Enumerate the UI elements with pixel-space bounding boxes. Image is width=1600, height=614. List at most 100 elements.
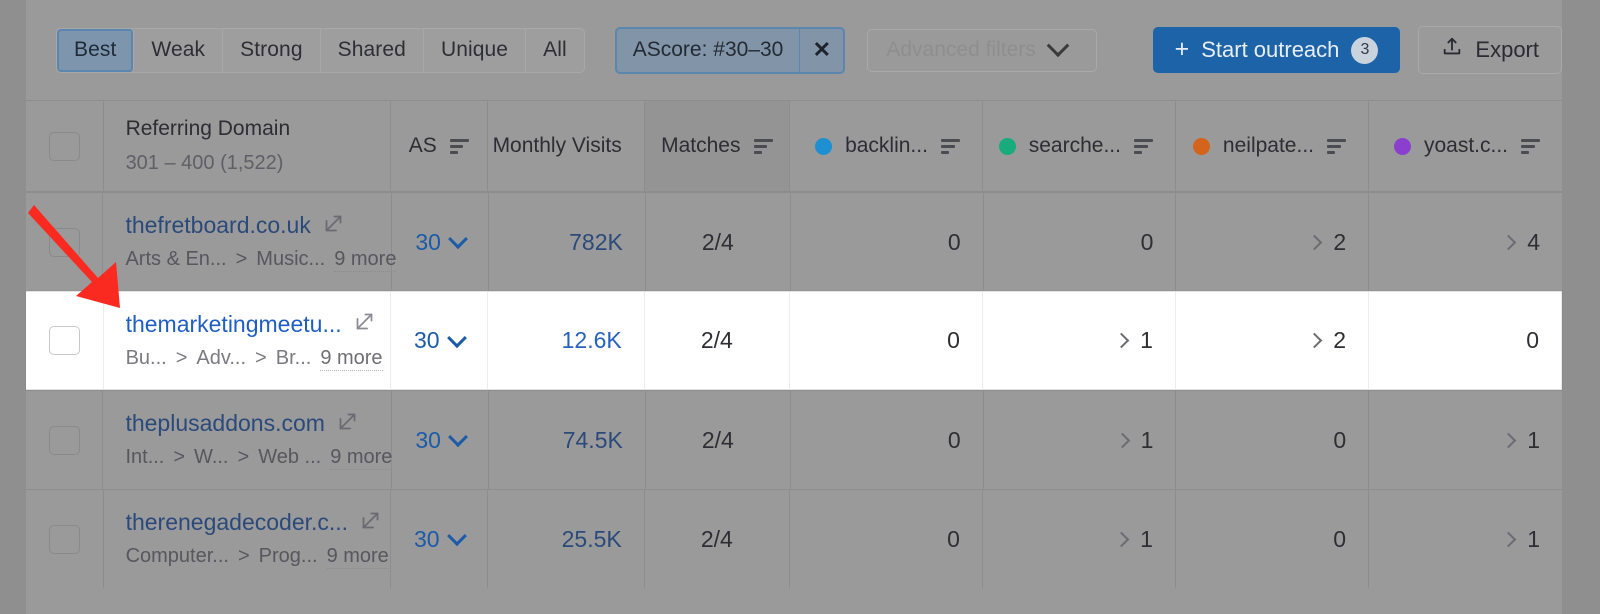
as-value: 30 [415,427,441,454]
row-checkbox[interactable] [49,525,80,554]
segment-button-shared[interactable]: Shared [321,29,424,72]
select-all-checkbox[interactable] [49,132,80,161]
competitor-value-wrapper: 2 [1309,327,1346,354]
external-link-icon[interactable] [337,411,358,437]
competitor-color-dot [1394,138,1411,155]
plus-icon: + [1175,37,1190,62]
table-row[interactable]: theplusaddons.comInt...>W...>Web ...9 mo… [26,390,1562,489]
monthly-visits-label: Monthly Visits [493,134,622,158]
as-value-dropdown[interactable]: 30 [414,327,464,354]
competitor-value-wrapper: 0 [1141,229,1154,256]
segment-button-all[interactable]: All [526,29,584,72]
competitor-value: 0 [1333,427,1346,454]
domain-line: theplusaddons.com [125,410,357,437]
monthly-visits-value[interactable]: 25.5K [562,526,622,553]
row-select-cell [26,193,103,291]
competitor-value-wrapper: 4 [1503,229,1540,256]
sort-icon[interactable] [1134,139,1153,154]
domain-line: thefretboard.co.uk [125,212,343,239]
competitor-value: 0 [948,427,961,454]
row-select-cell [26,490,104,588]
screen: BestWeakStrongSharedUniqueAll AScore: #3… [0,0,1600,614]
competitor-value: 0 [947,327,960,354]
sort-icon[interactable] [941,139,960,154]
segment-button-best[interactable]: Best [57,29,134,72]
competitor-value-wrapper: 0 [947,327,960,354]
external-link-icon[interactable] [323,213,344,239]
domain-link[interactable]: theplusaddons.com [125,410,324,437]
as-cell: 30 [392,193,488,291]
expand-chevron-icon[interactable] [1114,333,1130,349]
row-checkbox[interactable] [49,326,80,355]
column-header-competitor-1[interactable]: searche... [983,101,1176,191]
competitor-value: 0 [947,526,960,553]
as-value-dropdown[interactable]: 30 [415,229,465,256]
toolbar: BestWeakStrongSharedUniqueAll AScore: #3… [26,0,1562,100]
column-header-competitor-0[interactable]: backlin... [790,101,983,191]
as-value-dropdown[interactable]: 30 [415,427,465,454]
monthly-visits-value[interactable]: 782K [569,229,623,256]
segment-button-unique[interactable]: Unique [424,29,526,72]
competitor-value: 0 [1141,229,1154,256]
breadcrumb-separator: > [238,545,250,568]
competitor-value-wrapper: 1 [1117,427,1154,454]
more-categories-link[interactable]: 9 more [334,248,396,272]
sort-icon[interactable] [754,139,773,154]
table-row[interactable]: thefretboard.co.ukArts & En...>Music...9… [26,192,1562,291]
column-header-referring-domain[interactable]: Referring Domain 301 – 400 (1,522) [104,101,391,191]
column-header-competitor-2[interactable]: neilpate... [1176,101,1369,191]
export-button[interactable]: Export [1418,26,1562,74]
column-header-matches[interactable]: Matches [645,101,790,191]
sort-icon[interactable] [1327,139,1346,154]
external-link-icon[interactable] [360,510,381,536]
external-link-icon[interactable] [354,311,375,337]
expand-chevron-icon[interactable] [1501,234,1517,250]
expand-chevron-icon[interactable] [1501,432,1517,448]
column-header-as[interactable]: AS [391,101,487,191]
competitor-color-dot [999,138,1016,155]
competitor-value: 2 [1333,229,1346,256]
competitor-3-cell: 0 [1369,292,1562,389]
domain-link[interactable]: themarketingmeetu... [126,311,342,338]
column-header-competitor-3[interactable]: yoast.c... [1369,101,1562,191]
segment-button-strong[interactable]: Strong [223,29,320,72]
competitor-0-cell: 0 [790,292,983,389]
as-value-dropdown[interactable]: 30 [414,526,464,553]
expand-chevron-icon[interactable] [1307,333,1323,349]
monthly-visits-value[interactable]: 12.6K [562,327,622,354]
advanced-filters-dropdown[interactable]: Advanced filters [867,29,1097,72]
sort-icon[interactable] [1521,139,1540,154]
table-row[interactable]: themarketingmeetu...Bu...>Adv...>Br...9 … [26,291,1562,390]
start-outreach-button[interactable]: + Start outreach 3 [1153,27,1401,73]
competitor-value-wrapper: 0 [1333,427,1346,454]
competitor-1-cell: 0 [984,193,1177,291]
more-categories-link[interactable]: 9 more [320,347,382,371]
expand-chevron-icon[interactable] [1501,531,1517,547]
competitor-0-cell: 0 [790,490,983,588]
as-cell: 30 [391,292,487,389]
table-row[interactable]: therenegadecoder.c...Computer...>Prog...… [26,489,1562,588]
ascore-filter-chip[interactable]: AScore: #30–30 ✕ [615,27,846,74]
segment-button-weak[interactable]: Weak [134,29,223,72]
column-header-monthly-visits[interactable]: Monthly Visits [488,101,645,191]
matches-cell: 2/4 [645,490,790,588]
competitor-value-wrapper: 1 [1116,327,1153,354]
expand-chevron-icon[interactable] [1307,234,1323,250]
expand-chevron-icon[interactable] [1114,432,1130,448]
row-checkbox[interactable] [49,228,80,257]
more-categories-link[interactable]: 9 more [327,545,389,569]
expand-chevron-icon[interactable] [1114,531,1130,547]
domain-link[interactable]: therenegadecoder.c... [126,509,349,536]
close-icon[interactable]: ✕ [799,29,843,72]
matches-label: Matches [661,134,740,158]
sort-icon[interactable] [450,139,469,154]
referring-domain-cell: therenegadecoder.c...Computer...>Prog...… [104,490,391,588]
row-checkbox[interactable] [49,426,80,455]
chevron-down-icon [447,328,467,348]
domain-link[interactable]: thefretboard.co.uk [125,212,310,239]
link-type-segmented-control: BestWeakStrongSharedUniqueAll [56,28,585,73]
monthly-visits-value[interactable]: 74.5K [563,427,623,454]
competitor-label: neilpate... [1223,134,1314,158]
more-categories-link[interactable]: 9 more [330,446,392,470]
competitor-label: backlin... [845,134,928,158]
